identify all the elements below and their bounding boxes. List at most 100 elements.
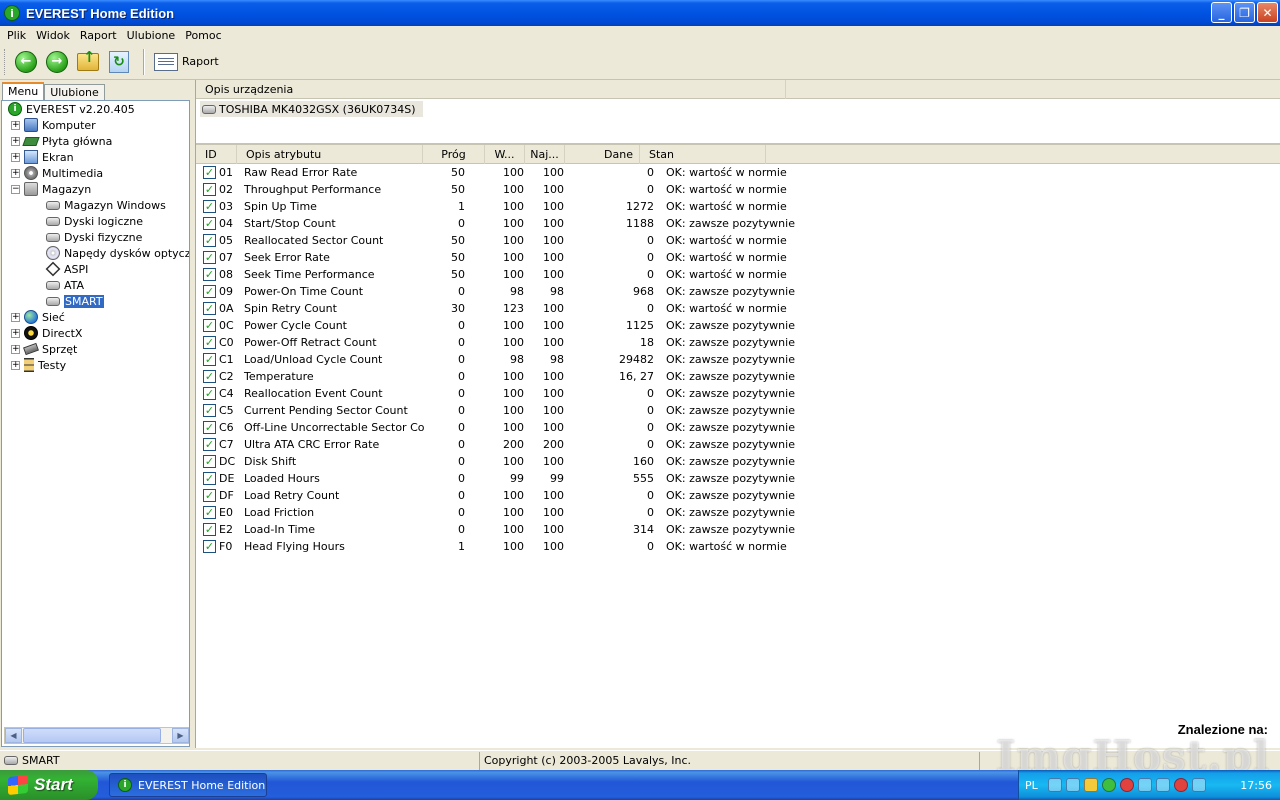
row-checkbox[interactable]: ✓: [203, 217, 216, 230]
table-row[interactable]: ✓ 0C Power Cycle Count 0 100 100 1125 OK: zawsz…: [196, 317, 1280, 334]
expand-icon[interactable]: +: [11, 360, 20, 370]
row-checkbox[interactable]: ✓: [203, 268, 216, 281]
tree-item[interactable]: + Multimedia: [2, 165, 189, 181]
taskbar-everest-button[interactable]: i EVEREST Home Edition: [109, 773, 267, 797]
tree-item[interactable]: + Ekran: [2, 149, 189, 165]
tab-ulubione[interactable]: Ulubione: [44, 84, 105, 101]
table-row[interactable]: ✓ 02 Throughput Performance 50 100 100 0 OK: wa…: [196, 181, 1280, 198]
table-row[interactable]: ✓ C5 Current Pending Sector Count 0 100 100 0 O…: [196, 402, 1280, 419]
tree-item[interactable]: SMART: [2, 293, 189, 309]
expand-icon[interactable]: +: [11, 312, 20, 322]
horizontal-scrollbar[interactable]: ◀ ▶: [4, 727, 189, 744]
column-header-worst[interactable]: Naj...: [525, 145, 565, 164]
language-indicator[interactable]: PL: [1025, 779, 1038, 792]
row-checkbox[interactable]: ✓: [203, 455, 216, 468]
expand-icon[interactable]: +: [11, 328, 20, 338]
menu-widok[interactable]: Widok: [31, 29, 75, 42]
device-item[interactable]: TOSHIBA MK4032GSX (36UK0734S): [200, 101, 423, 117]
table-row[interactable]: ✓ DE Loaded Hours 0 99 99 555 OK: zawsze pozyty…: [196, 470, 1280, 487]
battery-icon[interactable]: [1191, 778, 1206, 792]
expand-icon[interactable]: +: [11, 168, 20, 178]
tree-item[interactable]: Dyski fizyczne: [2, 229, 189, 245]
row-checkbox[interactable]: ✓: [203, 285, 216, 298]
table-row[interactable]: ✓ C6 Off-Line Uncorrectable Sector Count 0 1…: [196, 419, 1280, 436]
table-row[interactable]: ✓ DF Load Retry Count 0 100 100 0 OK: zawsze po…: [196, 487, 1280, 504]
tree-item[interactable]: + Płyta główna: [2, 133, 189, 149]
row-checkbox[interactable]: ✓: [203, 421, 216, 434]
table-row[interactable]: ✓ E0 Load Friction 0 100 100 0 OK: zawsze pozyt…: [196, 504, 1280, 521]
table-row[interactable]: ✓ C1 Load/Unload Cycle Count 0 98 98 29482 OK: …: [196, 351, 1280, 368]
maximize-button[interactable]: ❐: [1234, 2, 1255, 23]
tree-item[interactable]: + Sprzęt: [2, 341, 189, 357]
table-row[interactable]: ✓ 07 Seek Error Rate 50 100 100 0 OK: wartość w…: [196, 249, 1280, 266]
security-shield-icon[interactable]: [1083, 778, 1098, 792]
row-checkbox[interactable]: ✓: [203, 489, 216, 502]
expand-icon[interactable]: +: [11, 152, 20, 162]
column-header-device[interactable]: Opis urządzenia: [196, 79, 786, 99]
back-button[interactable]: ←: [13, 49, 39, 75]
start-button[interactable]: Start: [0, 770, 98, 800]
close-button[interactable]: ✕: [1257, 2, 1278, 23]
column-header-id[interactable]: ID: [196, 145, 237, 164]
scroll-right-icon[interactable]: ▶: [172, 728, 189, 743]
tree-view[interactable]: i EVEREST v2.20.405 + Komputer + Płyta główna…: [1, 100, 190, 747]
tray-arrow-icon[interactable]: [1065, 778, 1080, 792]
table-row[interactable]: ✓ DC Disk Shift 0 100 100 160 OK: zawsze pozyty…: [196, 453, 1280, 470]
volume-icon[interactable]: [1155, 778, 1170, 792]
table-row[interactable]: ✓ E2 Load-In Time 0 100 100 314 OK: zawsze pozy…: [196, 521, 1280, 538]
tree-item[interactable]: + Testy: [2, 357, 189, 373]
row-checkbox[interactable]: ✓: [203, 472, 216, 485]
row-checkbox[interactable]: ✓: [203, 166, 216, 179]
refresh-button[interactable]: ↻: [106, 49, 132, 75]
clock[interactable]: 17:56: [1240, 779, 1272, 792]
table-row[interactable]: ✓ F0 Head Flying Hours 1 100 100 0 OK: wartość …: [196, 538, 1280, 555]
table-row[interactable]: ✓ 09 Power-On Time Count 0 98 98 968 OK: zawsze…: [196, 283, 1280, 300]
row-checkbox[interactable]: ✓: [203, 387, 216, 400]
expand-icon[interactable]: +: [11, 344, 20, 354]
table-row[interactable]: ✓ 01 Raw Read Error Rate 50 100 100 0 OK: warto…: [196, 164, 1280, 181]
tree-item[interactable]: + Sieć: [2, 309, 189, 325]
row-checkbox[interactable]: ✓: [203, 370, 216, 383]
table-row[interactable]: ✓ 03 Spin Up Time 1 100 100 1272 OK: wartość w …: [196, 198, 1280, 215]
table-row[interactable]: ✓ C2 Temperature 0 100 100 16, 27 OK: zawsze po…: [196, 368, 1280, 385]
tree-item[interactable]: Dyski logiczne: [2, 213, 189, 229]
minimize-button[interactable]: _: [1211, 2, 1232, 23]
tree-item[interactable]: ASPI: [2, 261, 189, 277]
forward-button[interactable]: →: [44, 49, 70, 75]
wireless-icon[interactable]: [1173, 778, 1188, 792]
tree-item[interactable]: − Magazyn: [2, 181, 189, 197]
column-header-description[interactable]: Opis atrybutu: [237, 145, 423, 164]
antivirus-icon[interactable]: [1119, 778, 1134, 792]
tree-item[interactable]: Napędy dysków optycznych: [2, 245, 189, 261]
scroll-left-icon[interactable]: ◀: [5, 728, 22, 743]
row-checkbox[interactable]: ✓: [203, 523, 216, 536]
table-row[interactable]: ✓ 0A Spin Retry Count 30 123 100 0 OK: wartość …: [196, 300, 1280, 317]
row-checkbox[interactable]: ✓: [203, 234, 216, 247]
up-button[interactable]: [75, 48, 101, 75]
row-checkbox[interactable]: ✓: [203, 200, 216, 213]
everest-tray-icon[interactable]: [1101, 778, 1116, 792]
toolbar-grip[interactable]: [4, 48, 7, 75]
column-header-data[interactable]: Dane: [565, 145, 640, 164]
column-header-threshold[interactable]: Próg: [423, 145, 485, 164]
tree-item[interactable]: + DirectX: [2, 325, 189, 341]
table-row[interactable]: ✓ C4 Reallocation Event Count 0 100 100 0 OK: z…: [196, 385, 1280, 402]
menu-pomoc[interactable]: Pomoc: [180, 29, 226, 42]
tree-item[interactable]: Magazyn Windows: [2, 197, 189, 213]
row-checkbox[interactable]: ✓: [203, 438, 216, 451]
row-checkbox[interactable]: ✓: [203, 251, 216, 264]
row-checkbox[interactable]: ✓: [203, 302, 216, 315]
tree-item[interactable]: ATA: [2, 277, 189, 293]
tab-menu[interactable]: Menu: [2, 82, 45, 101]
expand-icon[interactable]: +: [11, 120, 20, 130]
menu-plik[interactable]: Plik: [2, 29, 31, 42]
raport-button[interactable]: Raport: [151, 49, 222, 75]
row-checkbox[interactable]: ✓: [203, 183, 216, 196]
tree-item[interactable]: + Komputer: [2, 117, 189, 133]
title-bar[interactable]: i EVEREST Home Edition _ ❐ ✕: [0, 0, 1280, 26]
table-row[interactable]: ✓ C0 Power-Off Retract Count 0 100 100 18 OK: z…: [196, 334, 1280, 351]
column-header-value[interactable]: W...: [485, 145, 525, 164]
table-row[interactable]: ✓ C7 Ultra ATA CRC Error Rate 0 200 200 0 OK: z…: [196, 436, 1280, 453]
row-checkbox[interactable]: ✓: [203, 540, 216, 553]
row-checkbox[interactable]: ✓: [203, 336, 216, 349]
